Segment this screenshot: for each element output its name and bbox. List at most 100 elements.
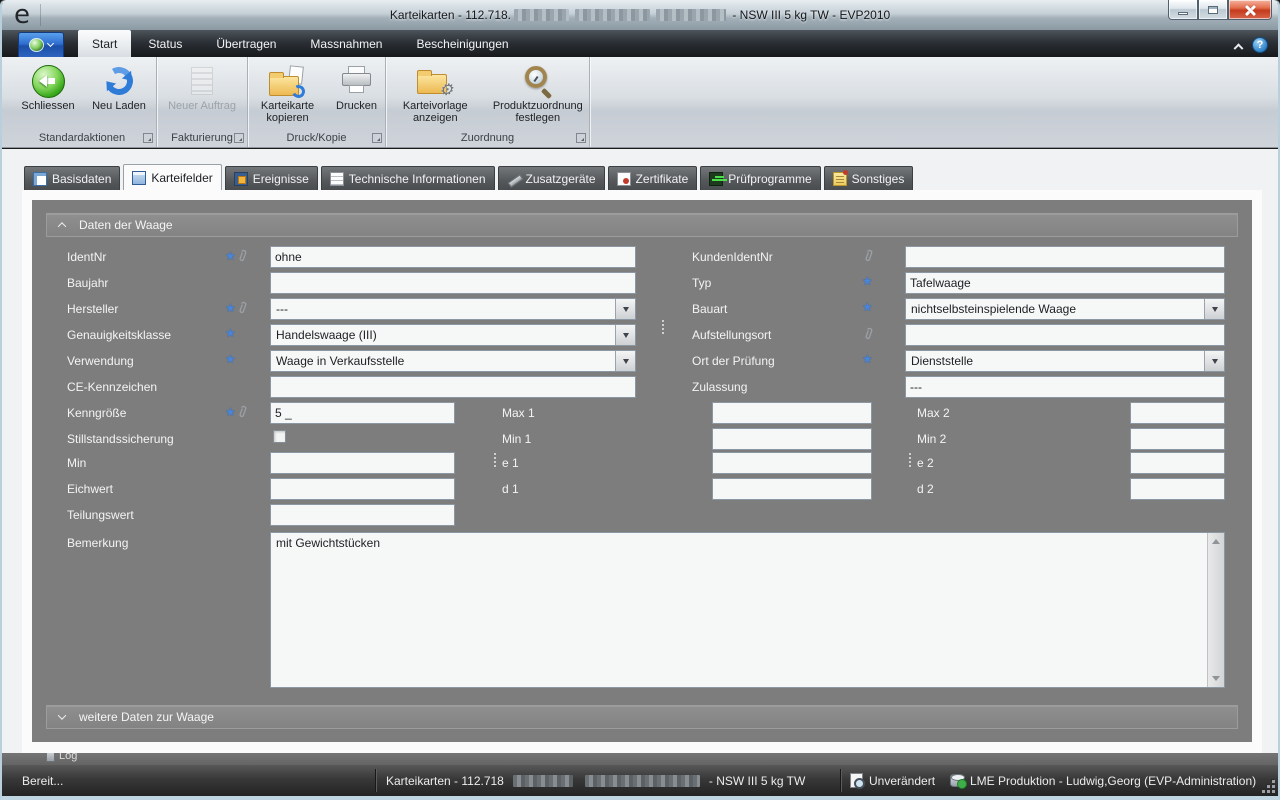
typ-input[interactable] [905, 272, 1225, 294]
identnr-input[interactable] [270, 246, 636, 268]
ribbon-group-druck-kopie: Karteikarte kopieren Drucken Druck/Kopie [248, 57, 386, 147]
log-tab-label: Log [59, 753, 77, 762]
drag-dots [909, 453, 911, 467]
section-header-daten-der-waage[interactable]: Daten der Waage [46, 213, 1238, 237]
scrollbar[interactable] [1207, 533, 1224, 687]
ribbon-collapse-icon[interactable] [1234, 43, 1244, 53]
neuer-auftrag-button[interactable]: Neuer Auftrag [162, 59, 242, 127]
kundenidentnr-input[interactable] [905, 246, 1225, 268]
dropdown-arrow-icon[interactable] [615, 299, 635, 319]
dialog-launcher-icon[interactable] [576, 133, 586, 143]
required-star-icon [225, 250, 236, 263]
ort-der-pruefung-value: Dienststelle [906, 354, 1204, 368]
max2-input[interactable] [1130, 402, 1225, 424]
paperclip-icon [864, 249, 875, 263]
produktzuordnung-festlegen-button[interactable]: Produktzuordnung festlegen [487, 59, 589, 127]
zulassung-label: Zulassung [692, 380, 747, 394]
separator [840, 769, 841, 792]
close-button[interactable] [1228, 0, 1272, 20]
min1-input[interactable] [712, 428, 872, 450]
bauart-value: nichtselbsteinspielende Waage [906, 302, 1204, 316]
verwendung-select[interactable]: Waage in Verkaufsstelle [270, 350, 636, 372]
scroll-up-icon[interactable] [1208, 533, 1224, 549]
eichwert-input[interactable] [270, 478, 455, 500]
zulassung-input[interactable] [905, 376, 1225, 398]
tab-zertifikate[interactable]: Zertifikate [608, 166, 698, 190]
maximize-button[interactable] [1198, 0, 1228, 20]
dialog-launcher-icon[interactable] [372, 133, 382, 143]
collapse-icon [58, 222, 66, 230]
min-input[interactable] [270, 452, 455, 474]
ribbon-tab-status[interactable]: Status [131, 30, 199, 57]
tab-label: Prüfprogramme [728, 172, 811, 186]
hersteller-select[interactable]: --- [270, 298, 636, 320]
group-label: Standardaktionen [8, 132, 156, 144]
required-star-icon [225, 406, 236, 419]
ort-der-pruefung-label: Ort der Prüfung [692, 354, 775, 368]
d2-input[interactable] [1130, 478, 1225, 500]
help-icon[interactable] [1252, 37, 1268, 53]
tab-ereignisse[interactable]: Ereignisse [225, 166, 318, 190]
required-star-icon [225, 327, 236, 340]
minimize-button[interactable] [1168, 0, 1198, 20]
application-menu-button[interactable] [18, 32, 64, 57]
section-header-weitere-daten[interactable]: weitere Daten zur Waage [46, 705, 1238, 729]
window-title-prefix: Karteikarten - 112.718. [390, 8, 511, 22]
unchanged-document-icon [850, 773, 863, 788]
hersteller-value: --- [271, 302, 615, 316]
status-bar: Bereit... Karteikarten - 112.718 - NSW I… [2, 765, 1278, 796]
neu-laden-button[interactable]: Neu Laden [86, 59, 152, 127]
tab-pruefprogramme[interactable]: Prüfprogramme [700, 166, 820, 190]
max1-input[interactable] [712, 402, 872, 424]
kenngroesse-input[interactable] [270, 402, 455, 424]
scroll-down-icon[interactable] [1208, 671, 1224, 687]
content-area: Basisdaten Karteifelder Ereignisse Techn… [2, 149, 1278, 753]
maximize-icon [1208, 6, 1218, 14]
schliessen-button[interactable]: Schliessen [12, 59, 84, 127]
section-title: Daten der Waage [79, 218, 173, 232]
ce-kennzeichen-input[interactable] [270, 376, 636, 398]
log-strip: Log [2, 753, 1278, 765]
tab-karteifelder[interactable]: Karteifelder [123, 164, 221, 190]
tab-sonstiges[interactable]: Sonstiges [824, 166, 914, 190]
resize-grip[interactable] [1261, 779, 1275, 793]
e1-input[interactable] [712, 452, 872, 474]
bauart-select[interactable]: nichtselbsteinspielende Waage [905, 298, 1225, 320]
e2-label: e 2 [917, 456, 934, 470]
required-star-icon [225, 302, 236, 315]
ribbon-tab-bescheinigungen[interactable]: Bescheinigungen [399, 30, 525, 57]
button-label: Neu Laden [92, 100, 146, 112]
min2-input[interactable] [1130, 428, 1225, 450]
ribbon-tab-uebertragen[interactable]: Übertragen [199, 30, 293, 57]
tab-zusatzgeraete[interactable]: Zusatzgeräte [498, 166, 605, 190]
dropdown-arrow-icon[interactable] [615, 351, 635, 371]
paperclip-icon [238, 301, 249, 315]
ort-der-pruefung-select[interactable]: Dienststelle [905, 350, 1225, 372]
tab-technische-informationen[interactable]: Technische Informationen [321, 166, 495, 190]
drucken-button[interactable]: Drucken [329, 59, 385, 127]
d1-input[interactable] [712, 478, 872, 500]
aufstellungsort-input[interactable] [905, 324, 1225, 346]
aufstellungsort-label: Aufstellungsort [692, 328, 771, 342]
ribbon-tab-massnahmen[interactable]: Massnahmen [293, 30, 399, 57]
tab-basisdaten[interactable]: Basisdaten [24, 166, 120, 190]
karteivorlage-anzeigen-button[interactable]: Karteivorlage anzeigen [386, 59, 485, 127]
stillstandssicherung-checkbox[interactable] [273, 430, 286, 443]
dialog-launcher-icon[interactable] [143, 133, 153, 143]
group-label: Druck/Kopie [248, 132, 385, 144]
e2-input[interactable] [1130, 452, 1225, 474]
karteikarte-kopieren-button[interactable]: Karteikarte kopieren [249, 59, 327, 127]
required-star-icon [862, 353, 873, 366]
baujahr-input[interactable] [270, 272, 636, 294]
teilungswert-input[interactable] [270, 504, 455, 526]
bemerkung-textarea[interactable]: mit Gewichtstücken [270, 532, 1225, 688]
ribbon-tab-start[interactable]: Start [78, 30, 131, 57]
dropdown-arrow-icon[interactable] [615, 325, 635, 345]
dropdown-arrow-icon[interactable] [1204, 351, 1224, 371]
genauigkeitsklasse-select[interactable]: Handelswaage (III) [270, 324, 636, 346]
baujahr-label: Baujahr [67, 276, 108, 290]
log-panel-tab[interactable]: Log [46, 753, 77, 765]
status-doc-suffix: - NSW III 5 kg TW [709, 774, 805, 788]
dropdown-arrow-icon[interactable] [1204, 299, 1224, 319]
dialog-launcher-icon[interactable] [234, 133, 244, 143]
